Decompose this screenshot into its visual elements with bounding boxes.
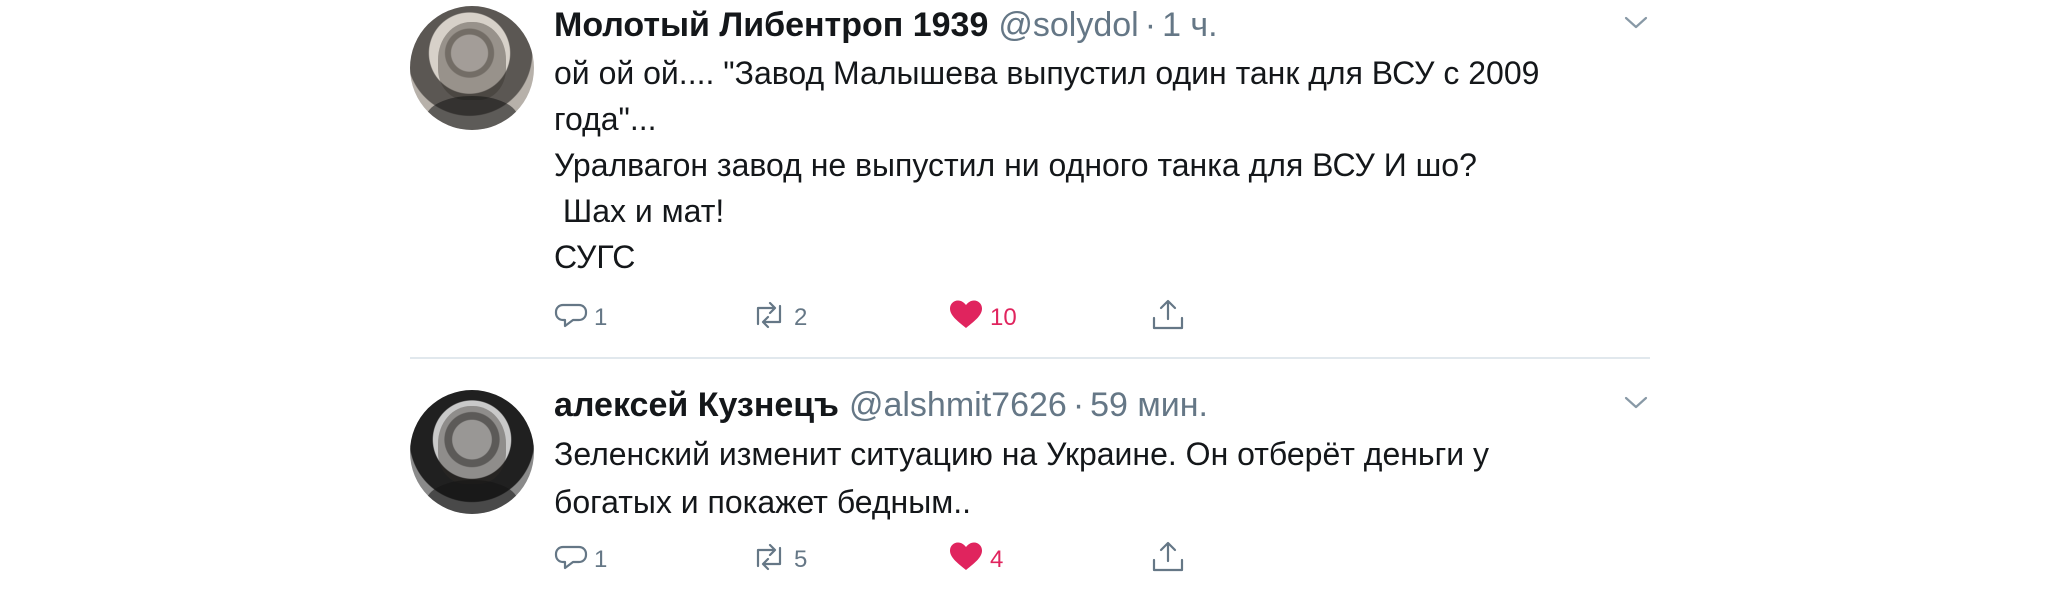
tweet[interactable]: Молотый Либентроп 1939 @solydol · 1 ч. о…	[410, 0, 1650, 356]
reply-icon	[554, 298, 588, 339]
tweet[interactable]: алексей Кузнецъ @alshmit7626 · 59 мин. З…	[410, 380, 1650, 592]
reply-icon	[554, 540, 588, 581]
share-icon	[1150, 298, 1186, 339]
separator-dot: ·	[1144, 6, 1157, 44]
tweet-actions: 1 2 10	[554, 298, 1184, 338]
author-handle[interactable]: @solydol	[998, 8, 1138, 42]
heart-icon	[948, 298, 984, 339]
tweet-actions: 1 5 4	[554, 540, 1184, 580]
author-handle[interactable]: @alshmit7626	[849, 388, 1067, 422]
like-button[interactable]: 4	[948, 540, 1003, 580]
avatar-head-shape	[438, 22, 506, 100]
retweet-button[interactable]: 2	[750, 298, 807, 338]
like-button[interactable]: 10	[948, 298, 1017, 338]
share-icon	[1150, 540, 1186, 581]
avatar[interactable]	[410, 390, 534, 514]
tweet-content: Молотый Либентроп 1939 @solydol · 1 ч. о…	[554, 0, 1650, 280]
tweet-header: Молотый Либентроп 1939 @solydol · 1 ч.	[554, 0, 1650, 50]
author-name[interactable]: Молотый Либентроп 1939	[554, 8, 988, 42]
tweet-header: алексей Кузнецъ @alshmit7626 · 59 мин.	[554, 380, 1650, 430]
author-name[interactable]: алексей Кузнецъ	[554, 388, 839, 422]
retweet-button[interactable]: 5	[750, 540, 807, 580]
tweet-content: алексей Кузнецъ @alshmit7626 · 59 мин. З…	[554, 380, 1650, 526]
share-button[interactable]	[1150, 540, 1186, 580]
reply-button[interactable]: 1	[554, 540, 607, 580]
separator-dot: ·	[1072, 386, 1085, 424]
heart-icon	[948, 540, 984, 581]
retweet-count: 2	[794, 304, 808, 331]
tweet-text: ой ой ой.... "Завод Малышева выпустил од…	[554, 55, 1540, 275]
avatar-head-shape	[438, 406, 506, 484]
tweet-text: Зеленский изменит ситуацию на Украине. О…	[554, 436, 1490, 520]
reply-count: 1	[594, 546, 608, 573]
retweet-icon	[750, 540, 788, 581]
reply-button[interactable]: 1	[554, 298, 607, 338]
chevron-down-icon[interactable]	[1622, 388, 1650, 416]
retweet-count: 5	[794, 546, 808, 573]
avatar[interactable]	[410, 6, 534, 130]
share-button[interactable]	[1150, 298, 1186, 338]
tweet-time[interactable]: 1 ч.	[1162, 8, 1218, 42]
retweet-icon	[750, 298, 788, 339]
tweet-divider	[410, 357, 1650, 359]
like-count: 10	[990, 304, 1017, 331]
avatar-body-shape	[426, 96, 518, 130]
reply-count: 1	[594, 304, 608, 331]
chevron-down-icon[interactable]	[1622, 8, 1650, 36]
avatar-body-shape	[426, 480, 518, 514]
like-count: 4	[990, 546, 1004, 573]
tweet-time[interactable]: 59 мин.	[1090, 388, 1208, 422]
